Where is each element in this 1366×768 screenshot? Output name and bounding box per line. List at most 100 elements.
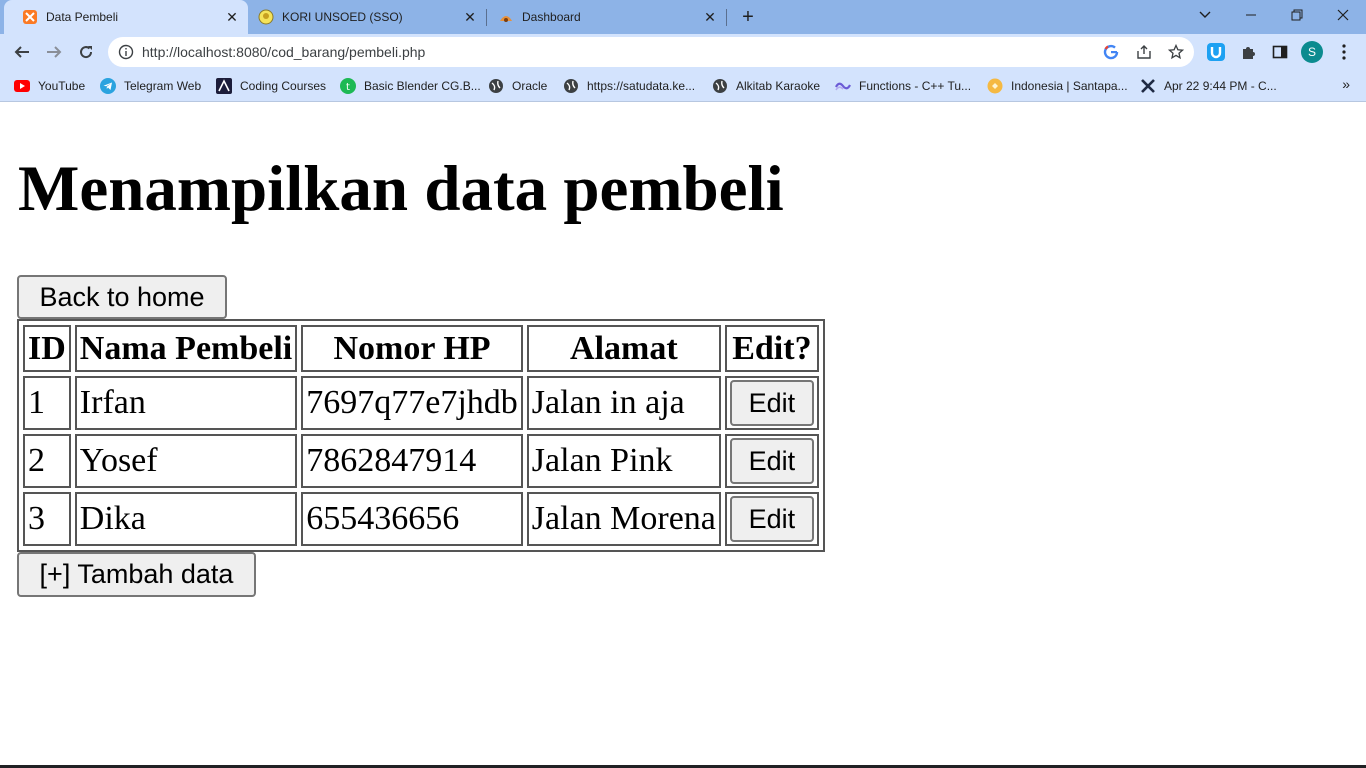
profile-avatar[interactable]: S [1301, 41, 1323, 63]
tab-strip: Data Pembeli ✕ KORI UNSOED (SSO) ✕ Dashb… [0, 0, 1366, 34]
cell-id: 3 [23, 492, 71, 546]
back-to-home-button[interactable]: Back to home [17, 275, 227, 319]
tab-title: KORI UNSOED (SSO) [282, 10, 403, 24]
globe-icon [563, 78, 579, 94]
bookmark-label: Functions - C++ Tu... [859, 79, 972, 93]
cell-alamat: Jalan in aja [526, 376, 721, 430]
cell-edit: Edit [724, 492, 819, 546]
menu-kebab-icon[interactable] [1334, 42, 1354, 62]
table-header-row: ID Nama Pembeli Nomor HP Alamat Edit? [23, 325, 819, 372]
google-translate-icon[interactable] [1102, 43, 1120, 61]
side-panel-icon[interactable] [1270, 42, 1290, 62]
tab-separator [486, 9, 487, 26]
page-title: Menampilkan data pembeli [18, 153, 784, 225]
bookmark-apr-22[interactable]: Apr 22 9:44 PM - C... [1140, 76, 1277, 96]
bookmark-label: Apr 22 9:44 PM - C... [1164, 79, 1277, 93]
column-header-id: ID [23, 325, 71, 372]
bookmark-label: https://satudata.ke... [587, 79, 696, 93]
bookmark-functions-cpp[interactable]: Functions - C++ Tu... [835, 76, 971, 96]
bookmark-alkitab-karaoke[interactable]: Alkitab Karaoke [712, 76, 820, 96]
extension-u-icon[interactable] [1206, 42, 1226, 62]
bookmark-label: Telegram Web [124, 79, 202, 93]
url-text: http://localhost:8080/cod_barang/pembeli… [142, 44, 426, 60]
close-tab-icon[interactable]: ✕ [702, 9, 718, 25]
site-info-icon[interactable] [118, 44, 134, 60]
tab-kori-unsoed[interactable]: KORI UNSOED (SSO) ✕ [248, 0, 486, 34]
tab-title: Data Pembeli [46, 10, 119, 24]
bookmark-label: Coding Courses [240, 79, 327, 93]
extensions-puzzle-icon[interactable] [1238, 42, 1258, 62]
cell-nama: Irfan [74, 376, 298, 430]
cell-edit: Edit [724, 376, 819, 430]
blender-icon: t [340, 78, 356, 94]
table-row: 1 Irfan 7697q77e7jhdb Jalan in aja Edit [23, 376, 819, 430]
cell-nomor-hp: 7697q77e7jhdb [301, 376, 523, 430]
xampp-icon [22, 9, 38, 25]
bookmark-telegram[interactable]: Telegram Web [100, 76, 201, 96]
close-tab-icon[interactable]: ✕ [224, 9, 240, 25]
column-header-nama: Nama Pembeli [74, 325, 298, 372]
bookmark-satudata[interactable]: https://satudata.ke... [563, 76, 695, 96]
cell-alamat: Jalan Morena [526, 492, 721, 546]
column-header-nomor-hp: Nomor HP [301, 325, 523, 372]
browser-toolbar: http://localhost:8080/cod_barang/pembeli… [0, 34, 1366, 70]
minimize-icon[interactable] [1228, 0, 1274, 30]
bookmarks-bar: YouTube Telegram Web Coding Courses t Ba… [0, 70, 1366, 102]
tambah-data-button[interactable]: [+] Tambah data [17, 552, 256, 597]
svg-text:t: t [346, 82, 350, 93]
cpp-icon [835, 78, 851, 94]
cell-nomor-hp: 655436656 [301, 492, 523, 546]
cell-nama: Yosef [74, 434, 298, 488]
bookmark-label: YouTube [38, 79, 86, 93]
forward-arrow-icon[interactable] [40, 38, 68, 66]
globe-icon [488, 78, 504, 94]
cell-nama: Dika [74, 492, 298, 546]
bookmark-label: Alkitab Karaoke [736, 79, 821, 93]
tab-title: Dashboard [522, 10, 581, 24]
reload-icon[interactable] [72, 38, 100, 66]
tab-dashboard[interactable]: Dashboard ✕ [488, 0, 726, 34]
table-row: 3 Dika 655436656 Jalan Morena Edit [23, 492, 819, 546]
coding-icon [216, 78, 232, 94]
bookmark-label: Basic Blender CG.B... [364, 79, 481, 93]
column-header-edit: Edit? [724, 325, 819, 372]
cell-alamat: Jalan Pink [526, 434, 721, 488]
edit-button[interactable]: Edit [729, 438, 814, 484]
bookmark-label: Indonesia | Santapa... [1011, 79, 1128, 93]
tab-search-chevron-icon[interactable] [1182, 0, 1228, 30]
more-bookmarks-chevron-icon[interactable]: » [1342, 76, 1350, 92]
telegram-icon [100, 78, 116, 94]
close-window-icon[interactable] [1320, 0, 1366, 30]
column-header-alamat: Alamat [526, 325, 721, 372]
bookmark-youtube[interactable]: YouTube [14, 76, 85, 96]
cell-nomor-hp: 7862847914 [301, 434, 523, 488]
globe-icon [712, 78, 728, 94]
pembeli-table: ID Nama Pembeli Nomor HP Alamat Edit? 1 … [17, 319, 825, 552]
bookmark-label: Oracle [512, 79, 548, 93]
cell-id: 2 [23, 434, 71, 488]
cell-edit: Edit [724, 434, 819, 488]
edit-button[interactable]: Edit [729, 496, 814, 542]
cell-id: 1 [23, 376, 71, 430]
address-bar[interactable]: http://localhost:8080/cod_barang/pembeli… [108, 37, 1194, 67]
bookmark-coding-courses[interactable]: Coding Courses [216, 76, 326, 96]
restore-icon[interactable] [1274, 0, 1320, 30]
tab-separator [726, 9, 727, 26]
table-row: 2 Yosef 7862847914 Jalan Pink Edit [23, 434, 819, 488]
bookmark-basic-blender[interactable]: t Basic Blender CG.B... [340, 76, 481, 96]
back-arrow-icon[interactable] [8, 38, 36, 66]
edit-button[interactable]: Edit [729, 380, 814, 426]
santapan-icon [987, 78, 1003, 94]
youtube-icon [14, 78, 30, 94]
page-content: Menampilkan data pembeli Back to home ID… [0, 103, 1366, 765]
tab-data-pembeli[interactable]: Data Pembeli ✕ [4, 0, 248, 34]
kori-icon [258, 9, 274, 25]
close-tab-icon[interactable]: ✕ [462, 9, 478, 25]
dashboard-icon [498, 9, 514, 25]
new-tab-button[interactable]: + [736, 5, 760, 29]
bookmark-indonesia-santapan[interactable]: Indonesia | Santapa... [987, 76, 1128, 96]
capcut-icon [1140, 78, 1156, 94]
share-icon[interactable] [1135, 43, 1153, 61]
bookmark-star-icon[interactable] [1167, 43, 1185, 61]
bookmark-oracle[interactable]: Oracle [488, 76, 547, 96]
